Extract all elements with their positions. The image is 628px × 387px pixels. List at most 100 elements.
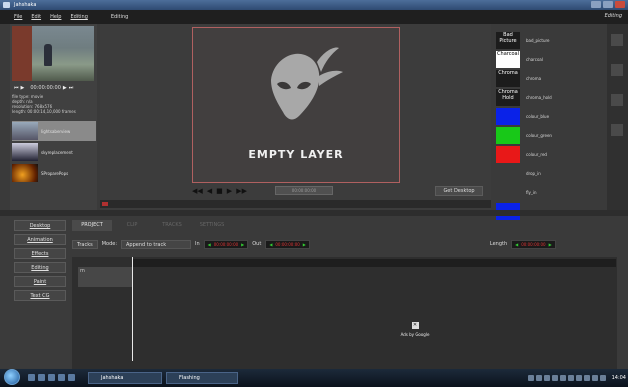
effect-item[interactable]: Charcoal charcoal	[494, 50, 606, 69]
tab-project[interactable]: PROJECT	[72, 220, 112, 231]
effect-name: fly_in	[526, 190, 537, 195]
start-button[interactable]	[4, 369, 20, 385]
ad-close-icon[interactable]: ✕	[411, 322, 419, 329]
clock[interactable]: 14:04	[612, 375, 626, 381]
maximize-button[interactable]	[603, 1, 613, 8]
menu-editing[interactable]: Editing	[70, 14, 87, 20]
editing-button[interactable]: Editing	[14, 262, 66, 273]
taskbar-app-jahshaka[interactable]: Jahshaka	[88, 372, 162, 384]
viewport: EMPTY LAYER ◀◀ ◀ ■ ▶ ▶▶ 00:00:00:00 Get …	[100, 24, 491, 210]
close-button[interactable]	[615, 1, 625, 8]
clip-thumbnail	[12, 122, 38, 140]
clip-item[interactable]: SProparePops	[12, 163, 96, 183]
playhead[interactable]	[132, 257, 133, 361]
get-desktop-button[interactable]: Get Desktop	[435, 186, 483, 196]
quicklaunch-icon[interactable]	[28, 374, 35, 381]
mode-select[interactable]: Editing	[111, 14, 128, 20]
effect-swatch	[496, 184, 520, 201]
preview-figure	[44, 44, 52, 66]
in-timecode[interactable]: ◀ 00:00:00:00 ▶	[203, 239, 249, 249]
panel-divider[interactable]	[0, 210, 628, 216]
file-length: length: 00:00:14,10,000 frames	[12, 109, 76, 114]
tab-settings[interactable]: SETTINGS	[192, 220, 232, 231]
effect-item[interactable]: Chroma chroma	[494, 69, 606, 88]
in-time-value: 00:00:00:00	[213, 241, 239, 247]
app-icon	[3, 2, 10, 8]
play-icon[interactable]: ▶	[227, 187, 232, 195]
tray-icon[interactable]	[575, 375, 582, 381]
length-timecode[interactable]: ◀ 00:00:00:00 ▶	[511, 239, 556, 249]
quicklaunch-icon[interactable]	[48, 374, 55, 381]
tray-icon[interactable]	[559, 375, 566, 381]
menu-bar: File Edit Help Editing Editing Editing	[0, 10, 628, 24]
tab-clip[interactable]: CLIP	[112, 220, 152, 231]
effects-button[interactable]: Effects	[14, 248, 66, 259]
tool-icon[interactable]	[611, 124, 623, 136]
window-title: Jahshaka	[14, 2, 37, 8]
clip-item[interactable]: lightsaberview	[12, 121, 96, 141]
viewport-scrubber[interactable]	[100, 200, 491, 208]
rewind-icon[interactable]: ◀◀	[192, 187, 203, 195]
tray-icon[interactable]	[543, 375, 550, 381]
effect-item[interactable]: colour_blue	[494, 107, 606, 126]
tray-icon[interactable]	[599, 375, 606, 381]
minimize-button[interactable]	[591, 1, 601, 8]
step-forward-icon[interactable]: ▶▶	[236, 187, 247, 195]
effect-name: colour_blue	[526, 114, 550, 119]
quicklaunch-icon[interactable]	[38, 374, 45, 381]
title-bar: Jahshaka	[0, 0, 628, 10]
effect-item[interactable]: drop_in	[494, 164, 606, 183]
quicklaunch-icon[interactable]	[58, 374, 65, 381]
effect-item[interactable]: fly_in	[494, 183, 606, 202]
tracks-dropdown[interactable]: Tracks	[72, 239, 98, 249]
timeline[interactable]: m	[72, 257, 617, 369]
effect-name: bad_picture	[526, 38, 550, 43]
viewport-timecode[interactable]: 00:00:00:00	[275, 186, 333, 195]
step-back-icon[interactable]: ◀	[207, 187, 212, 195]
scrubber-handle[interactable]	[102, 202, 108, 206]
tool-icon[interactable]	[611, 94, 623, 106]
app-window: Jahshaka File Edit Help Editing Editing …	[0, 0, 628, 387]
out-timecode[interactable]: ◀ 00:00:00:00 ▶	[265, 239, 310, 249]
tab-tracks[interactable]: TRACKS	[152, 220, 192, 231]
effect-item[interactable]: colour_red	[494, 145, 606, 164]
tray-icon[interactable]	[591, 375, 598, 381]
menu-file[interactable]: File	[14, 14, 22, 20]
timeline-ruler[interactable]	[132, 259, 616, 267]
menu-edit[interactable]: Edit	[31, 14, 41, 20]
paint-button[interactable]: Paint	[14, 276, 66, 287]
tool-icon[interactable]	[611, 64, 623, 76]
tray-icon[interactable]	[567, 375, 574, 381]
clip-item[interactable]: skyreplacement	[12, 142, 96, 162]
tray-icon[interactable]	[535, 375, 542, 381]
effect-item[interactable]: Bad Picture bad_picture	[494, 31, 606, 50]
effect-item[interactable]: Chroma Hold chroma_hold	[494, 88, 606, 107]
tray-icon[interactable]	[527, 375, 534, 381]
stop-icon[interactable]: ■	[216, 187, 223, 195]
preview-time: 00:00:00:00	[30, 85, 61, 91]
desktop-button[interactable]: Desktop	[14, 220, 66, 231]
mode-label: Mode:	[101, 241, 118, 247]
taskbar-app-flashing[interactable]: Flashing	[166, 372, 238, 384]
effect-item[interactable]: colour_green	[494, 126, 606, 145]
mode-dropdown[interactable]: Append to track	[121, 239, 192, 249]
tray-icon[interactable]	[551, 375, 558, 381]
quicklaunch-icon[interactable]	[68, 374, 75, 381]
forward-icon[interactable]: ▶	[63, 85, 67, 91]
mode-indicator: Editing	[604, 13, 622, 19]
tray-icon[interactable]	[583, 375, 590, 381]
animation-button[interactable]: Animation	[14, 234, 66, 245]
track-header[interactable]	[78, 267, 132, 287]
menu-help[interactable]: Help	[50, 14, 61, 20]
text-cg-button[interactable]: Text CG	[14, 290, 66, 301]
clip-label: skyreplacement	[41, 149, 73, 155]
play-icon[interactable]: ▶	[21, 85, 25, 91]
effect-swatch: Charcoal	[496, 51, 520, 68]
effect-swatch: Chroma	[496, 70, 520, 87]
empty-layer-canvas[interactable]: EMPTY LAYER	[192, 27, 400, 183]
end-icon[interactable]: ⏭	[69, 85, 74, 91]
clip-preview	[12, 26, 94, 81]
rewind-icon[interactable]: ⏮	[14, 85, 19, 91]
ads-by-google-label[interactable]: Ads by Google	[390, 332, 440, 337]
tool-icon[interactable]	[611, 34, 623, 46]
